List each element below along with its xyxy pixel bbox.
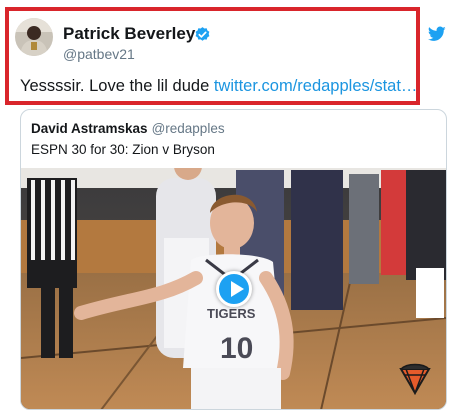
tweet-text-body: Yessssir. Love the lil dude xyxy=(20,77,214,95)
espn-30-for-30-logo xyxy=(399,363,431,395)
quoted-tweet-card[interactable]: David Astramskas @redapples ESPN 30 for 3… xyxy=(20,109,447,410)
tweet-text: Yessssir. Love the lil dude twitter.com/… xyxy=(20,77,417,96)
verified-badge-icon xyxy=(195,27,210,41)
author-name[interactable]: Patrick Beverley xyxy=(63,24,195,44)
quoted-author-name: David Astramskas xyxy=(31,121,148,136)
svg-text:TIGERS: TIGERS xyxy=(207,306,256,321)
play-icon xyxy=(231,281,244,297)
quoted-author[interactable]: David Astramskas @redapples xyxy=(31,121,225,136)
author-handle[interactable]: @patbev21 xyxy=(63,46,135,62)
quoted-tweet-text: ESPN 30 for 30: Zion v Bryson xyxy=(31,142,215,157)
avatar[interactable] xyxy=(15,18,53,56)
jersey-number: 10 xyxy=(220,332,253,365)
tweet-link[interactable]: twitter.com/redapples/stat… xyxy=(214,77,418,95)
quoted-author-handle: @redapples xyxy=(151,121,225,136)
video-thumbnail[interactable]: TIGERS 10 xyxy=(21,152,446,409)
play-button[interactable] xyxy=(216,271,252,307)
twitter-bird-icon[interactable] xyxy=(428,26,446,42)
